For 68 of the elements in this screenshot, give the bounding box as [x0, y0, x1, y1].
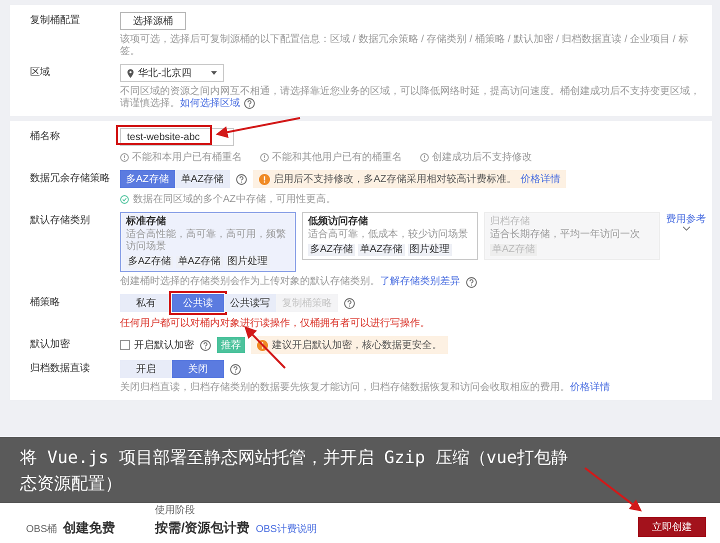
storage-class-card[interactable]: 低频访问存储 适合高可靠，低成本，较少访问场景 多AZ存储 单AZ存储 图片处理	[302, 212, 478, 260]
article-title-caption: 将 Vue.js 项目部署至静态网站托管，并开启 Gzip 压缩（vue打包静态资源配置）	[0, 437, 720, 503]
footer-value: 按需/资源包计费	[155, 519, 250, 537]
footer-caption: 使用阶段	[155, 504, 196, 517]
field-label: 默认存储类别	[30, 214, 91, 228]
warning-text: 建议开启默认加密，核心数据更安全。	[272, 338, 442, 352]
recommend-badge: 推荐	[217, 337, 245, 354]
tip-text: 不能和本用户已有桶重名	[132, 150, 242, 164]
feature-tag: 图片处理	[408, 244, 452, 256]
info-icon	[120, 152, 129, 162]
help-icon[interactable]	[466, 276, 477, 288]
warning-icon	[258, 174, 270, 185]
field-label: 默认加密	[30, 338, 71, 352]
segment-option[interactable]: 公共读写	[224, 294, 276, 312]
help-icon[interactable]	[236, 174, 247, 185]
help-icon[interactable]	[230, 364, 241, 375]
select-source-button[interactable]: 选择源桶	[120, 12, 186, 30]
segment-option[interactable]: 开启	[120, 360, 172, 378]
help-link[interactable]: 了解存储类别差异	[380, 276, 460, 288]
hint-text: 关闭归档直读，归档存储类别的数据要先恢复才能访问，归档存储数据恢复和访问会收取相应的费用。价格详情	[120, 382, 611, 394]
field-label: 桶名称	[30, 130, 61, 144]
info-icon	[420, 152, 429, 162]
segment-option[interactable]: 多AZ存储	[120, 170, 175, 188]
field-label: 归档数据直读	[30, 362, 91, 376]
checkbox-label[interactable]: 开启默认加密	[134, 338, 194, 352]
tip-text: 不能和其他用户已有的桶重名	[272, 150, 402, 164]
feature-tag: 多AZ存储	[126, 256, 173, 268]
feature-tag: 单AZ存储	[358, 244, 405, 256]
error-text: 任何用户都可以对桶内对象进行读操作，仅桶拥有者可以进行写操作。	[120, 316, 431, 330]
segment-option[interactable]: 公共读	[172, 294, 224, 312]
field-label: 区域	[30, 66, 51, 80]
hint-text: 该项可选，选择后可复制源桶的以下配置信息：区域 / 数据冗余策略 / 存储类别 / 桶策略 / 默认加密 / 归档数据直读 / 企业项目 / 标签。	[120, 34, 690, 58]
feature-tag: 图片处理	[226, 256, 270, 268]
cost-reference-link[interactable]: 费用参考	[666, 212, 706, 226]
check-circle-icon	[120, 194, 129, 204]
footer-value: 创建免费	[63, 519, 116, 537]
create-button[interactable]: 立即创建	[638, 517, 706, 537]
help-link[interactable]: 价格详情	[570, 382, 610, 394]
help-icon[interactable]	[200, 340, 211, 351]
feature-tag: 单AZ存储	[176, 256, 223, 268]
footer-caption: OBS桶	[26, 522, 58, 536]
bucket-name-input[interactable]: test-website-abc	[120, 128, 234, 146]
annotation-arrow	[584, 467, 642, 512]
segment-option[interactable]: 私有	[120, 294, 172, 312]
checkbox[interactable]	[120, 340, 130, 350]
caret-icon	[211, 71, 217, 75]
tip-text: 创建成功后不支持修改	[432, 150, 532, 164]
info-icon	[260, 152, 269, 162]
billing-link[interactable]: OBS计费说明	[256, 522, 317, 536]
segment-option[interactable]: 关闭	[172, 360, 224, 378]
hint-text: 创建桶时选择的存储类别会作为上传对象的默认存储类别。了解存储类别差异	[120, 276, 460, 288]
segment-option[interactable]: 单AZ存储	[174, 170, 230, 188]
storage-class-card[interactable]: 标准存储 适合高性能，高可靠，高可用，频繁访问场景 多AZ存储 单AZ存储 图片处理	[120, 212, 296, 272]
help-icon[interactable]	[244, 98, 255, 109]
region-select[interactable]: 华北-北京四	[120, 64, 224, 82]
help-icon[interactable]	[344, 298, 355, 309]
help-link[interactable]: 如何选择区域	[180, 98, 240, 110]
chevron-down-icon[interactable]	[682, 226, 690, 232]
note-text: 数据在同区域的多个AZ中存储，可用性更高。	[133, 192, 336, 206]
location-pin-icon	[127, 68, 134, 78]
price-link[interactable]: 价格详情	[520, 172, 560, 186]
warning-icon	[257, 340, 268, 351]
field-label: 数据冗余存储策略	[30, 172, 111, 186]
hint-text: 不同区域的资源之间内网互不相通，请选择靠近您业务的区域，可以降低网络时延，提高访问速度。桶创建成功后不支持变更区域，请谨慎选择。如何选择区域	[120, 86, 701, 110]
field-label: 复制桶配置	[30, 14, 81, 28]
warning-text: 启用后不支持修改，多AZ存储采用相对较高计费标准。	[274, 172, 516, 186]
feature-tag: 多AZ存储	[308, 244, 355, 256]
field-label: 桶策略	[30, 296, 61, 310]
